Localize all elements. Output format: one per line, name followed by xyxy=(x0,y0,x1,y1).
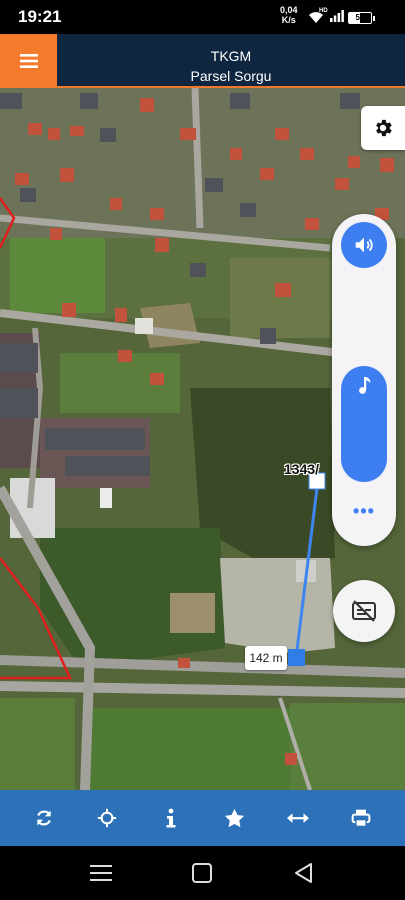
distance-label: 142 m xyxy=(245,646,287,670)
network-speed-value: 0,04 xyxy=(280,5,298,15)
battery-icon: 50 xyxy=(348,12,375,24)
home-button[interactable] xyxy=(188,859,216,887)
horizontal-arrows-icon xyxy=(286,813,309,823)
refresh-button[interactable] xyxy=(24,798,64,838)
back-button[interactable] xyxy=(290,859,318,887)
speaker-icon xyxy=(355,237,373,253)
wifi-icon: HD xyxy=(308,8,328,25)
refresh-icon xyxy=(36,810,51,826)
network-type-label: HD xyxy=(319,8,328,14)
info-button[interactable] xyxy=(151,798,191,838)
app-title: TKGM xyxy=(210,48,252,64)
title-block: TKGM Parsel Sorgu xyxy=(57,34,405,88)
recent-apps-icon xyxy=(90,865,112,881)
music-note-icon xyxy=(341,376,387,401)
network-speed-unit: K/s xyxy=(281,15,296,25)
recent-apps-button[interactable] xyxy=(87,859,115,887)
menu-button[interactable] xyxy=(0,34,57,88)
volume-button[interactable] xyxy=(341,222,387,268)
gear-icon xyxy=(376,119,392,137)
signal-icon xyxy=(330,9,344,27)
back-icon xyxy=(295,863,312,883)
measure-button[interactable] xyxy=(278,798,318,838)
star-icon xyxy=(224,808,244,828)
print-button[interactable] xyxy=(341,798,381,838)
satellite-map[interactable]: 1343/ 142 m ••• xyxy=(0,88,405,790)
hamburger-menu-icon xyxy=(19,54,38,68)
settings-button[interactable] xyxy=(361,106,405,150)
bottom-toolbar xyxy=(0,790,405,846)
app-subtitle: Parsel Sorgu xyxy=(190,68,272,84)
system-nav-bar xyxy=(0,846,405,900)
network-speed: 0,04 K/s xyxy=(280,5,298,25)
app-header: TKGM Parsel Sorgu xyxy=(0,34,405,88)
live-caption-button[interactable] xyxy=(333,580,395,642)
parcel-number-label: 1343/ xyxy=(284,461,320,477)
captions-off-icon xyxy=(352,600,376,622)
crosshair-icon xyxy=(98,808,117,828)
printer-icon xyxy=(351,809,371,827)
favorite-button[interactable] xyxy=(214,798,254,838)
home-icon xyxy=(192,863,212,883)
info-icon xyxy=(166,808,176,828)
status-icons: HD 50 xyxy=(308,8,375,27)
battery-level: 50 xyxy=(355,13,365,22)
clock: 19:21 xyxy=(18,7,62,26)
media-volume-slider[interactable] xyxy=(341,366,387,482)
more-options-button[interactable]: ••• xyxy=(332,502,396,520)
status-bar: 19:21 0,04 K/s HD 50 xyxy=(0,0,405,34)
locate-button[interactable] xyxy=(87,798,127,838)
volume-panel: ••• xyxy=(332,214,396,546)
